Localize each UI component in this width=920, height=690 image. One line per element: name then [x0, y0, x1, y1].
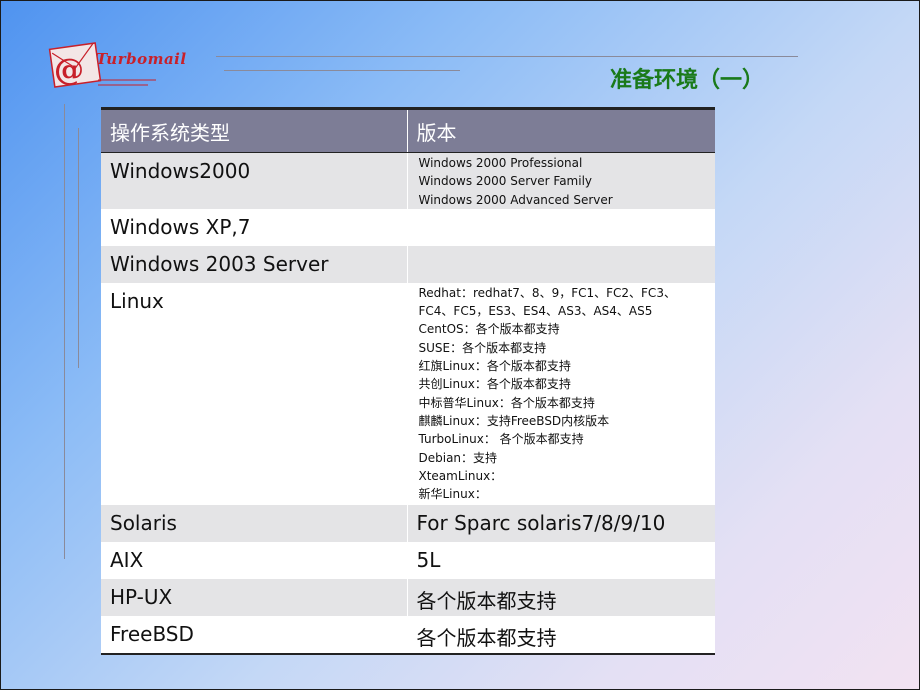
os-name: Windows2000: [101, 152, 407, 209]
version-list: Redhat：redhat7、8、9，FC1、FC2、FC3、FC4、FC5，E…: [406, 282, 715, 505]
header-version: 版本: [406, 107, 715, 153]
table-row: Windows2000 Windows 2000 Professional Wi…: [101, 152, 715, 209]
version-empty: [406, 245, 715, 283]
table-row: HP-UX 各个版本都支持: [101, 578, 715, 616]
version-item: 红旗Linux：各个版本都支持: [418, 359, 571, 374]
version-item: XteamLinux：: [418, 468, 503, 483]
version-item: 麒麟Linux：支持FreeBSD内核版本: [418, 413, 610, 428]
table-row: Windows XP,7: [101, 208, 715, 246]
header-rule-short: [224, 70, 460, 71]
os-name: Linux: [101, 282, 407, 505]
version-item: 共创Linux：各个版本都支持: [418, 377, 571, 392]
version-value: For Sparc solaris7/8/9/10: [406, 504, 715, 542]
table-row: AIX 5L: [101, 541, 715, 579]
logo-envelope-icon: @: [48, 42, 156, 88]
table-row: Windows 2003 Server: [101, 245, 715, 283]
table-row: Solaris For Sparc solaris7/8/9/10: [101, 504, 715, 542]
os-name: AIX: [101, 541, 407, 579]
version-value: 各个版本都支持: [406, 578, 715, 616]
table-row: FreeBSD 各个版本都支持: [101, 615, 715, 654]
turbomail-logo: @: [48, 40, 178, 98]
os-name: FreeBSD: [101, 615, 407, 654]
version-empty: [406, 208, 715, 246]
os-support-table: 操作系统类型 版本 Windows2000 Windows 2000 Profe…: [101, 107, 715, 655]
version-item: Windows 2000 Professional: [418, 156, 583, 170]
version-item: Windows 2000 Advanced Server: [418, 192, 613, 207]
version-item: Windows 2000 Server Family: [418, 174, 593, 189]
table-header-row: 操作系统类型 版本: [101, 107, 715, 153]
version-item: SUSE：各个版本都支持: [418, 340, 547, 355]
os-name: HP-UX: [101, 578, 407, 616]
svg-text:@: @: [54, 53, 84, 88]
version-item: CentOS：各个版本都支持: [418, 322, 560, 337]
version-value: 各个版本都支持: [406, 615, 715, 654]
version-item: Redhat：redhat7、8、9，FC1、FC2、FC3、FC4、FC5，E…: [418, 285, 676, 319]
version-list: Windows 2000 Professional Windows 2000 S…: [406, 152, 715, 209]
logo-wordmark: Turbomail: [96, 50, 187, 68]
table-row: Linux Redhat：redhat7、8、9，FC1、FC2、FC3、FC4…: [101, 282, 715, 505]
version-item: 中标普华Linux：各个版本都支持: [418, 395, 595, 410]
slide-title: 准备环境（一）: [610, 68, 765, 93]
os-name: Solaris: [101, 504, 407, 542]
side-rule-long: [64, 104, 65, 559]
side-rule-short: [78, 128, 79, 368]
header-rule-top: [216, 56, 798, 57]
header-os-type: 操作系统类型: [101, 107, 407, 153]
os-name: Windows XP,7: [101, 208, 407, 246]
version-value: 5L: [406, 541, 715, 579]
version-item: Debian：支持: [418, 450, 498, 465]
version-item: 新华Linux：: [418, 487, 487, 502]
os-name: Windows 2003 Server: [101, 245, 407, 283]
version-item: TurboLinux： 各个版本都支持: [418, 432, 584, 447]
